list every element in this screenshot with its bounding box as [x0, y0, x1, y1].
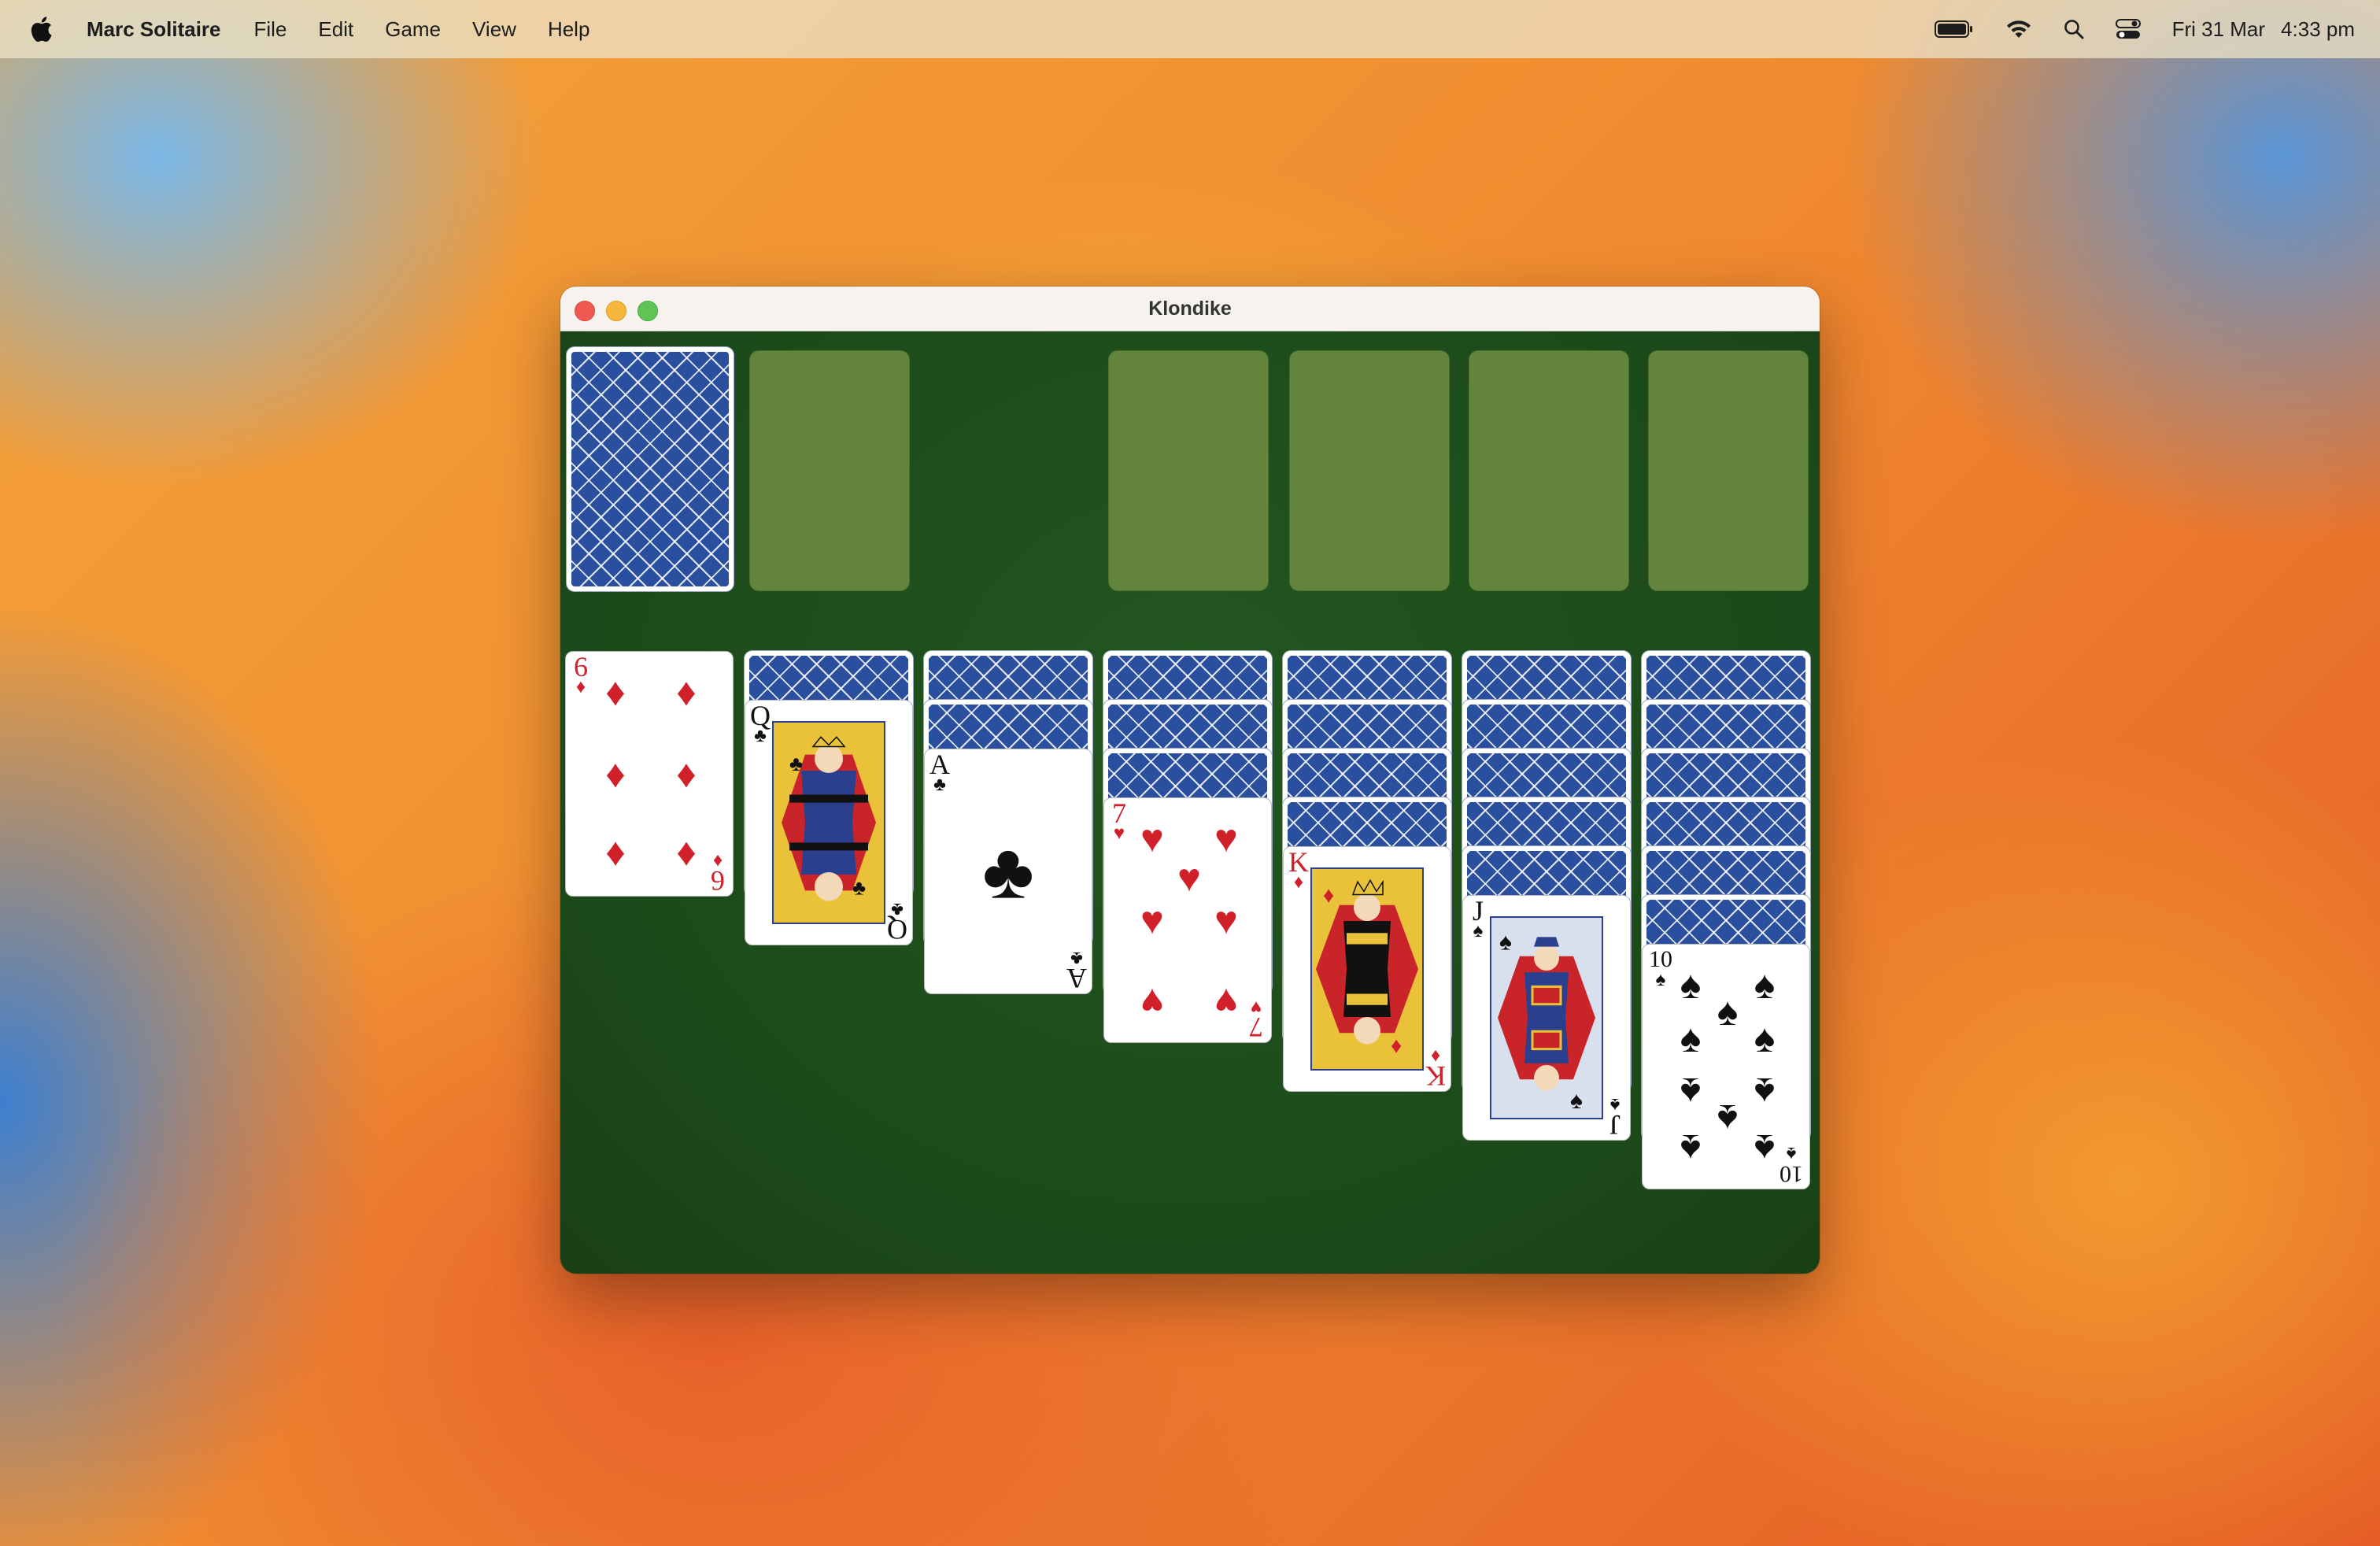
- card-corner: 6 ♦: [574, 651, 588, 697]
- card-7-hearts[interactable]: 7 ♥ ♥ ♥ ♥ ♥ ♥ ♥ ♥ 7 ♥: [1103, 797, 1272, 1043]
- menubar-time[interactable]: 4:33 pm: [2281, 17, 2355, 42]
- queen-portrait: ♣ ♣: [772, 721, 885, 924]
- card-10-spades[interactable]: 10 ♠ ♠ ♠ ♠ ♠ ♠ ♠ ♠ ♠ ♠ ♠ 10 ♠: [1642, 944, 1810, 1189]
- foundation-1[interactable]: [1108, 350, 1269, 591]
- card-corner: A ♣: [1066, 948, 1087, 994]
- control-center-icon[interactable]: [2115, 18, 2141, 40]
- klondike-window: Klondike 6 ♦ ♦ ♦ ♦ ♦ ♦ ♦ 6 ♦ Q ♣ ♣ ♣ Q ♣…: [560, 287, 1820, 1274]
- close-window-button[interactable]: [575, 301, 595, 321]
- foundation-2[interactable]: [1289, 350, 1450, 591]
- svg-text:♣: ♣: [852, 875, 866, 899]
- game-felt: 6 ♦ ♦ ♦ ♦ ♦ ♦ ♦ 6 ♦ Q ♣ ♣ ♣ Q ♣ A ♣ ♣ A …: [560, 331, 1820, 1274]
- menu-game[interactable]: Game: [385, 17, 441, 42]
- menu-file[interactable]: File: [254, 17, 287, 42]
- card-corner: Q ♣: [750, 700, 771, 746]
- battery-icon[interactable]: [1934, 20, 1974, 39]
- window-title: Klondike: [1148, 297, 1232, 320]
- svg-text:♠: ♠: [1570, 1088, 1583, 1114]
- app-name-menu[interactable]: Marc Solitaire: [87, 17, 221, 42]
- card-corner: 7 ♥: [1249, 997, 1263, 1043]
- svg-text:♣: ♣: [789, 752, 803, 775]
- jack-portrait: ♠ ♠: [1490, 916, 1603, 1119]
- card-corner: J ♠: [1609, 1094, 1621, 1141]
- window-titlebar[interactable]: Klondike: [560, 287, 1820, 331]
- search-icon[interactable]: [2064, 19, 2084, 39]
- card-jack-spades[interactable]: J ♠ ♠ ♠ J ♠: [1462, 895, 1631, 1141]
- card-ace-clubs[interactable]: A ♣ ♣ A ♣: [924, 749, 1092, 994]
- card-corner: K ♦: [1288, 846, 1309, 893]
- card-corner: A ♣: [929, 749, 950, 795]
- card-corner: 10 ♠: [1649, 946, 1672, 990]
- foundation-3[interactable]: [1469, 350, 1629, 591]
- stock-pile[interactable]: [567, 347, 734, 591]
- waste-pile[interactable]: [749, 350, 910, 591]
- menu-help[interactable]: Help: [548, 17, 589, 42]
- king-portrait: ♦ ♦: [1310, 867, 1424, 1071]
- card-corner: Q ♣: [887, 899, 907, 945]
- svg-text:♠: ♠: [1499, 929, 1512, 955]
- zoom-window-button[interactable]: [638, 301, 658, 321]
- card-corner: 7 ♥: [1112, 797, 1126, 844]
- foundation-4[interactable]: [1648, 350, 1809, 591]
- apple-menu-icon[interactable]: [28, 15, 54, 43]
- wifi-icon[interactable]: [2005, 19, 2032, 39]
- card-6-diamonds[interactable]: 6 ♦ ♦ ♦ ♦ ♦ ♦ ♦ 6 ♦: [565, 651, 734, 897]
- menu-view[interactable]: View: [472, 17, 516, 42]
- card-corner: 6 ♦: [711, 850, 725, 897]
- menubar-date[interactable]: Fri 31 Mar: [2172, 17, 2265, 42]
- card-corner: 10 ♠: [1779, 1143, 1803, 1187]
- minimize-window-button[interactable]: [606, 301, 626, 321]
- card-king-diamonds[interactable]: K ♦ ♦ ♦ K ♦: [1283, 846, 1451, 1092]
- svg-text:♦: ♦: [1323, 882, 1334, 907]
- menu-bar: Marc Solitaire File Edit Game View Help …: [0, 0, 2380, 58]
- card-corner: K ♦: [1425, 1045, 1446, 1092]
- svg-text:♦: ♦: [1391, 1032, 1402, 1057]
- card-corner: J ♠: [1472, 895, 1484, 941]
- menu-edit[interactable]: Edit: [318, 17, 353, 42]
- card-queen-clubs[interactable]: Q ♣ ♣ ♣ Q ♣: [745, 700, 913, 945]
